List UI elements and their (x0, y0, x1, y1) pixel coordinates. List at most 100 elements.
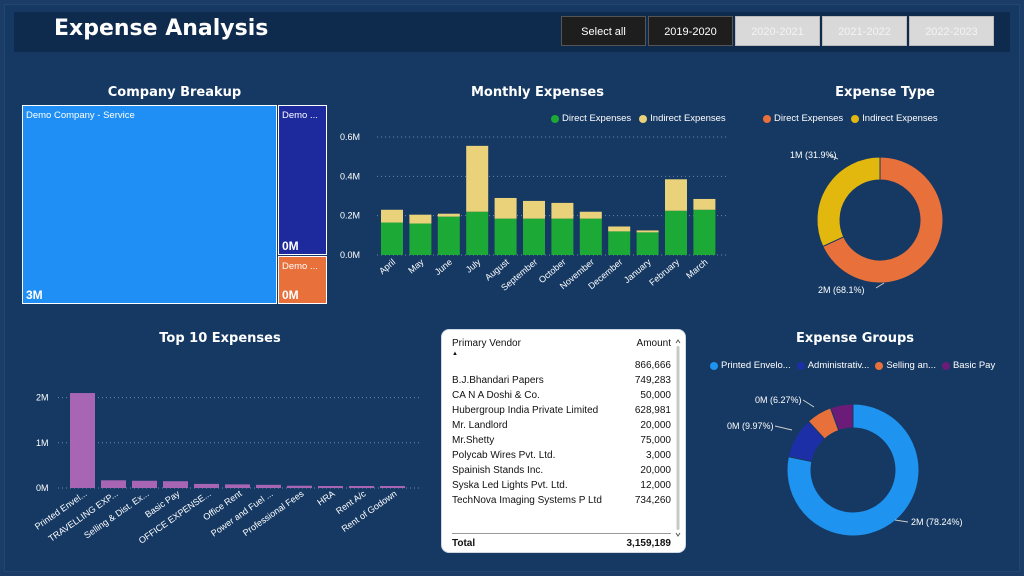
company-breakup-title: Company Breakup (107, 85, 242, 100)
y-tick-label: 0M (36, 483, 49, 493)
bar-indirect[interactable] (437, 213, 460, 217)
table-scrollbar[interactable] (675, 338, 681, 538)
legend-item-basic[interactable]: Basic Pay (941, 360, 995, 371)
bar-direct[interactable] (693, 209, 716, 255)
scroll-up-icon[interactable] (675, 339, 681, 344)
treemap-tile-label: Demo ... (282, 261, 318, 272)
legend-item-indirect[interactable]: Indirect Expenses (851, 113, 938, 124)
table-row[interactable]: TechNova Imaging Systems P Ltd 734,260 (452, 495, 671, 507)
table-row[interactable]: 866,666 (452, 360, 671, 372)
legend-item-direct[interactable]: Direct Expenses (551, 113, 631, 124)
x-tick-label: May (406, 257, 426, 276)
slicer-select-all[interactable]: Select all (561, 16, 646, 46)
slice-label: 2M (68.1%) (818, 285, 865, 295)
cell-vendor: Mr.Shetty (452, 435, 495, 446)
table-row[interactable]: CA N A Doshi & Co. 50,000 (452, 390, 671, 402)
legend-marker (763, 114, 771, 123)
bar-direct[interactable] (437, 216, 460, 255)
bar-direct[interactable] (523, 218, 545, 255)
bar-direct[interactable] (636, 232, 659, 255)
donut-slice[interactable] (816, 156, 881, 248)
bar-expense[interactable] (287, 485, 312, 488)
table-row[interactable]: Polycab Wires Pvt. Ltd. 3,000 (452, 450, 671, 462)
bar-indirect[interactable] (608, 226, 631, 232)
scroll-thumb[interactable] (676, 346, 680, 530)
page-title: Expense Analysis (54, 16, 269, 41)
treemap-tile-value: 3M (26, 288, 43, 302)
table-row[interactable]: Hubergroup India Private Limited 628,981 (452, 405, 671, 417)
bar-expense[interactable] (256, 484, 281, 488)
table-row[interactable]: Spainish Stands Inc. 20,000 (452, 465, 671, 477)
bar-direct[interactable] (551, 218, 574, 255)
table-header: Primary Vendor Amount ▲ (452, 338, 671, 357)
slicer-2019-2020[interactable]: 2019-2020 (648, 16, 733, 46)
total-label: Total (452, 538, 476, 549)
bar-direct[interactable] (579, 218, 602, 255)
x-tick-label: April (377, 257, 397, 276)
treemap-tile-3[interactable]: Demo ... 0M (278, 256, 327, 304)
slice-label: 1M (31.9%) (790, 150, 837, 160)
bar-indirect[interactable] (579, 211, 602, 219)
y-tick-label: 0.6M (340, 132, 360, 142)
bar-indirect[interactable] (409, 214, 432, 224)
bar-direct[interactable] (466, 211, 489, 255)
bar-direct[interactable] (409, 223, 432, 255)
table-row[interactable]: Syska Led Lights Pvt. Ltd. 12,000 (452, 480, 671, 492)
legend-label: Direct Expenses (562, 113, 632, 124)
bar-indirect[interactable] (381, 209, 403, 223)
bar-direct[interactable] (665, 210, 687, 255)
x-tick-label: March (684, 257, 710, 281)
column-header-amount[interactable]: Amount (637, 338, 671, 349)
column-header-vendor[interactable]: Primary Vendor (452, 338, 521, 349)
bar-expense[interactable] (380, 486, 405, 488)
year-slicer: Select all 2019-2020 2020-2021 2021-2022… (561, 16, 994, 46)
bar-direct[interactable] (494, 218, 517, 255)
legend-marker (796, 361, 805, 370)
bar-expense[interactable] (318, 486, 343, 488)
legend-item-selling[interactable]: Selling an... (875, 360, 936, 371)
bar-indirect[interactable] (693, 198, 716, 210)
slicer-2021-2022[interactable]: 2021-2022 (822, 16, 907, 46)
bar-expense[interactable] (194, 483, 219, 488)
treemap-tile-service[interactable]: Demo Company - Service 3M (22, 105, 277, 304)
bar-direct[interactable] (381, 222, 403, 255)
bar-expense[interactable] (349, 486, 374, 488)
legend-item-admin[interactable]: Administrativ... (796, 360, 869, 371)
slicer-2020-2021[interactable]: 2020-2021 (735, 16, 820, 46)
bar-expense[interactable] (163, 481, 188, 488)
bar-expense[interactable] (101, 480, 126, 488)
monthly-expenses-title: Monthly Expenses (471, 85, 604, 100)
expense-groups-legend: Printed Envelo... Administrativ... Selli… (710, 360, 995, 371)
legend-label: Selling an... (886, 360, 936, 371)
legend-item-printed[interactable]: Printed Envelo... (710, 360, 791, 371)
table-row[interactable]: Mr.Shetty 75,000 (452, 435, 671, 447)
scroll-down-icon[interactable] (675, 532, 681, 537)
bar-expense[interactable] (132, 480, 157, 488)
legend-marker (851, 114, 860, 123)
table-row[interactable]: Mr. Landlord 20,000 (452, 420, 671, 432)
sort-ascending-icon[interactable]: ▲ (452, 351, 458, 357)
cell-vendor: TechNova Imaging Systems P Ltd (452, 495, 602, 506)
top10-title: Top 10 Expenses (159, 331, 281, 346)
slice-label: 0M (9.97%) (727, 421, 774, 431)
bar-indirect[interactable] (523, 200, 545, 219)
cell-amount: 749,283 (634, 375, 671, 386)
bar-indirect[interactable] (636, 230, 659, 233)
slicer-2022-2023[interactable]: 2022-2023 (909, 16, 994, 46)
monthly-legend: Direct Expenses Indirect Expenses (551, 113, 726, 124)
treemap-tile-label: Demo ... (282, 110, 318, 121)
treemap-tile-2[interactable]: Demo ... 0M (278, 105, 327, 255)
legend-marker (551, 114, 559, 123)
cell-vendor: CA N A Doshi & Co. (452, 390, 540, 401)
legend-item-direct[interactable]: Direct Expenses (763, 113, 843, 124)
bar-indirect[interactable] (665, 179, 687, 211)
bar-indirect[interactable] (551, 202, 574, 219)
bar-indirect[interactable] (466, 145, 489, 212)
expense-groups-title: Expense Groups (795, 331, 915, 346)
table-row[interactable]: B.J.Bhandari Papers 749,283 (452, 375, 671, 387)
bar-expense[interactable] (70, 393, 95, 488)
bar-direct[interactable] (608, 231, 631, 255)
bar-expense[interactable] (225, 484, 250, 488)
bar-indirect[interactable] (494, 197, 517, 219)
legend-item-indirect[interactable]: Indirect Expenses (639, 113, 726, 124)
